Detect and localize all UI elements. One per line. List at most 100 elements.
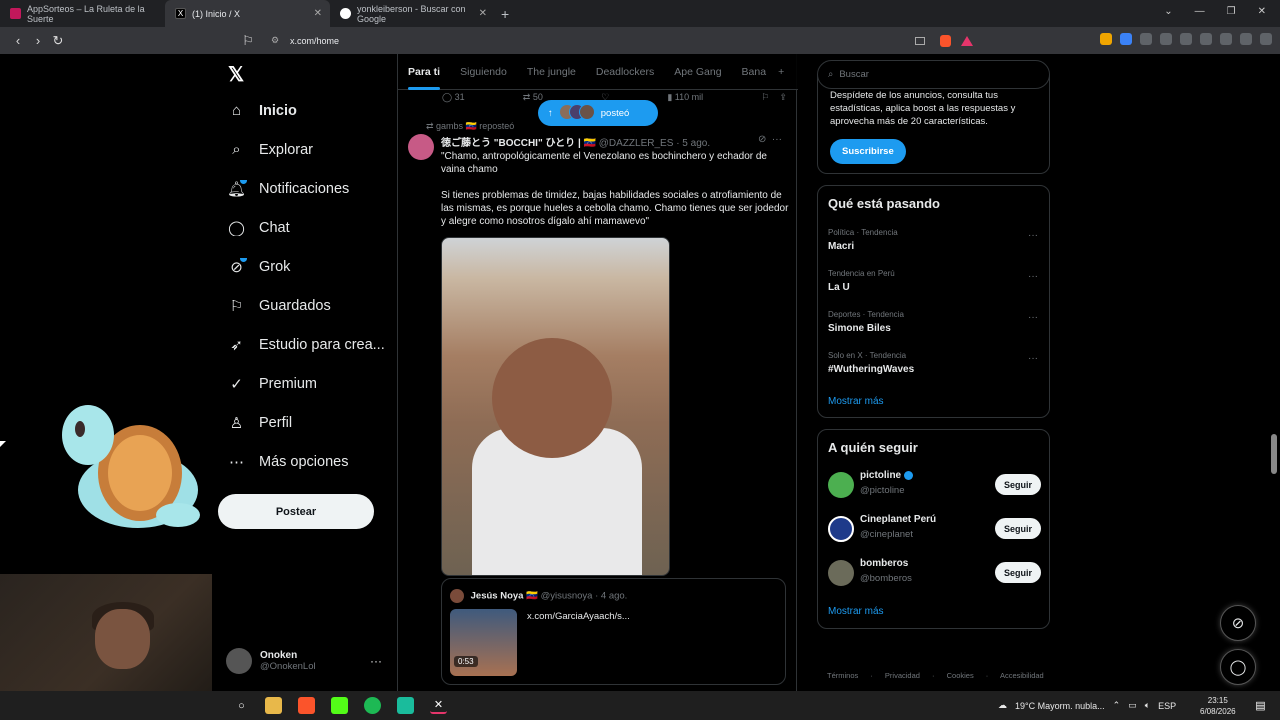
puzzle-icon[interactable] [1140,33,1152,45]
more-icon[interactable]: ··· [1028,353,1038,364]
app-icon[interactable] [397,697,414,714]
brave-icon[interactable] [298,697,315,714]
nav-item-inicio[interactable]: ⌂ Inicio [228,102,393,119]
leo-icon[interactable] [1220,33,1232,45]
quoted-tweet[interactable]: Jesús Noya 🇻🇪 @yisusnoya · 4 ago. 0:53 x… [441,578,786,685]
wallet-icon[interactable] [1200,33,1212,45]
browser-tab-google[interactable]: yonkleiberson - Buscar con Google ✕ [330,0,495,27]
scrollbar-thumb[interactable] [1271,434,1277,474]
close-window-icon[interactable]: ✕ [1258,6,1266,17]
nav-item-perfil[interactable]: ♙ Perfil [228,414,393,432]
tab-search-icon[interactable]: ⌄ [1164,6,1172,17]
reply-button[interactable]: ◯ 31 [442,92,465,103]
follow-button[interactable]: Seguir [994,518,1041,539]
nav-item-chat[interactable]: ◯ Chat [228,219,393,237]
search-input[interactable]: ⌕ Buscar [817,60,1050,89]
address-bar[interactable]: ⚙ x.com/home [240,30,985,51]
google-favicon-icon [340,8,351,19]
author-name[interactable]: 徳ご藤とう "BOCCHI" ひとり | 🇻🇪 [441,138,596,149]
more-icon[interactable]: ··· [1028,312,1038,323]
minimize-icon[interactable]: — [1195,6,1205,17]
bookmark-icon[interactable]: ⚐ ⇪ [761,92,787,103]
weather-text[interactable]: 19°C Mayorm. nubla... [1015,701,1105,711]
back-icon[interactable]: ‹ [8,33,28,48]
account-switcher[interactable]: Onoken @OnokenLol ··· [226,648,382,674]
follow-button[interactable]: Seguir [994,562,1041,583]
notifications-icon[interactable]: ▤ [1252,697,1269,714]
x-logo-icon[interactable]: 𝕏 [228,62,244,87]
volume-icon[interactable]: 🔈︎ [1145,700,1150,711]
author-handle[interactable]: @DAZZLER_ES [599,138,674,149]
brave-rewards-icon[interactable] [961,35,973,46]
close-tab-icon[interactable]: ✕ [479,8,487,19]
follow-button[interactable]: Seguir [994,474,1041,495]
new-posts-pill[interactable]: ↑ posteó [538,100,658,126]
menu-icon[interactable] [1260,33,1272,45]
brave-shield-icon[interactable] [940,34,951,47]
restore-icon[interactable]: ❐ [1227,6,1236,17]
clock[interactable]: 23:15 6/08/2026 [1200,695,1236,717]
account-more-icon[interactable]: ··· [370,654,382,668]
footer-links[interactable]: Términos · Privacidad · Cookies · Accesi… [827,671,1044,680]
extension-icon[interactable] [1120,33,1132,45]
follow-suggestion[interactable]: pictoline @pictoline Seguir [828,470,1041,502]
nav-item-premium[interactable]: ✓ Premium [228,375,393,393]
post-button[interactable]: Postear [218,494,374,529]
repost-button[interactable]: ⇄ 50 [523,92,543,103]
trend-item[interactable]: Solo en X · Tendencia #WutheringWaves ··· [828,351,1038,375]
kick-icon[interactable] [331,697,348,714]
spotify-icon[interactable] [364,697,381,714]
subscribe-button[interactable]: Suscribirse [830,139,906,164]
reload-icon[interactable]: ↻ [48,33,68,49]
tweet-media-image[interactable] [441,237,670,576]
quoted-link[interactable]: x.com/GarciaAyaach/s... [527,611,630,622]
chevron-up-icon[interactable]: ⌃ [1113,700,1121,711]
nav-item-grok[interactable]: ⊘ Grok [228,258,393,275]
tab-ape-gang[interactable]: Ape Gang [664,54,731,90]
close-tab-icon[interactable]: ✕ [314,8,322,19]
trend-item[interactable]: Deportes · Tendencia Simone Biles ··· [828,310,1038,334]
language-indicator[interactable]: ESP [1158,701,1176,711]
tweet-more-icon[interactable]: ⊘ ··· [758,134,782,145]
trend-item[interactable]: Política · Tendencia Macri ··· [828,228,1038,252]
x-app-icon[interactable]: ✕ [430,697,447,714]
browser-tab-appsorteos[interactable]: AppSorteos – La Ruleta de la Suerte [0,0,165,27]
show-more-follow-link[interactable]: Mostrar más [828,606,884,617]
tab-siguiendo[interactable]: Siguiendo [450,54,517,90]
network-icon[interactable]: ▭ [1128,700,1137,711]
tab-deadlockers[interactable]: Deadlockers [586,54,664,90]
vpn-icon[interactable] [1240,33,1252,45]
nav-item-estudio[interactable]: ➶ Estudio para crea... [228,336,393,354]
tweet-date[interactable]: · 5 ago. [676,138,710,149]
url-text: x.com/home [290,35,340,46]
search-circle-icon[interactable]: ○ [233,697,250,714]
more-icon[interactable]: ··· [1028,271,1038,282]
key-icon[interactable] [1100,33,1112,45]
follow-suggestion[interactable]: bomberos @bomberos Seguir [828,558,1041,590]
file-explorer-icon[interactable] [265,697,282,714]
grok-fab-icon[interactable]: ⊘ [1220,605,1256,641]
cast-icon[interactable] [915,36,925,45]
views-button[interactable]: ▮ 110 mil [667,92,703,103]
nav-item-guardados[interactable]: ⚐ Guardados [228,297,393,315]
tab-para-ti[interactable]: Para ti [398,54,450,90]
nav-item-explorar[interactable]: ⌕ Explorar [228,141,393,158]
nav-item-mas-opciones[interactable]: ⋯ Más opciones [228,453,393,471]
forward-icon[interactable]: › [28,33,48,48]
tab-bana[interactable]: Bana [732,54,769,90]
new-tab-button[interactable]: + [501,6,509,22]
more-icon[interactable]: ··· [1028,230,1038,241]
browser-tab-x-home[interactable]: X (1) Inicio / X ✕ [165,0,330,27]
nav-label: Explorar [259,141,313,158]
tab-the-jungle[interactable]: The jungle [517,54,586,90]
site-info-icon[interactable]: ⚙ [271,35,279,46]
follow-suggestion[interactable]: Cineplanet Perú @cineplanet Seguir [828,514,1041,546]
messages-fab-icon[interactable]: ◯ [1220,649,1256,685]
avatar[interactable] [408,134,434,160]
music-icon[interactable] [1160,33,1172,45]
nav-item-notificaciones[interactable]: 🔔︎ Notificaciones [228,180,393,197]
sidebar-icon[interactable] [1180,33,1192,45]
show-more-trends-link[interactable]: Mostrar más [828,396,884,407]
add-tab-icon[interactable]: + [768,54,794,90]
trend-item[interactable]: Tendencia en Perú La U ··· [828,269,1038,293]
